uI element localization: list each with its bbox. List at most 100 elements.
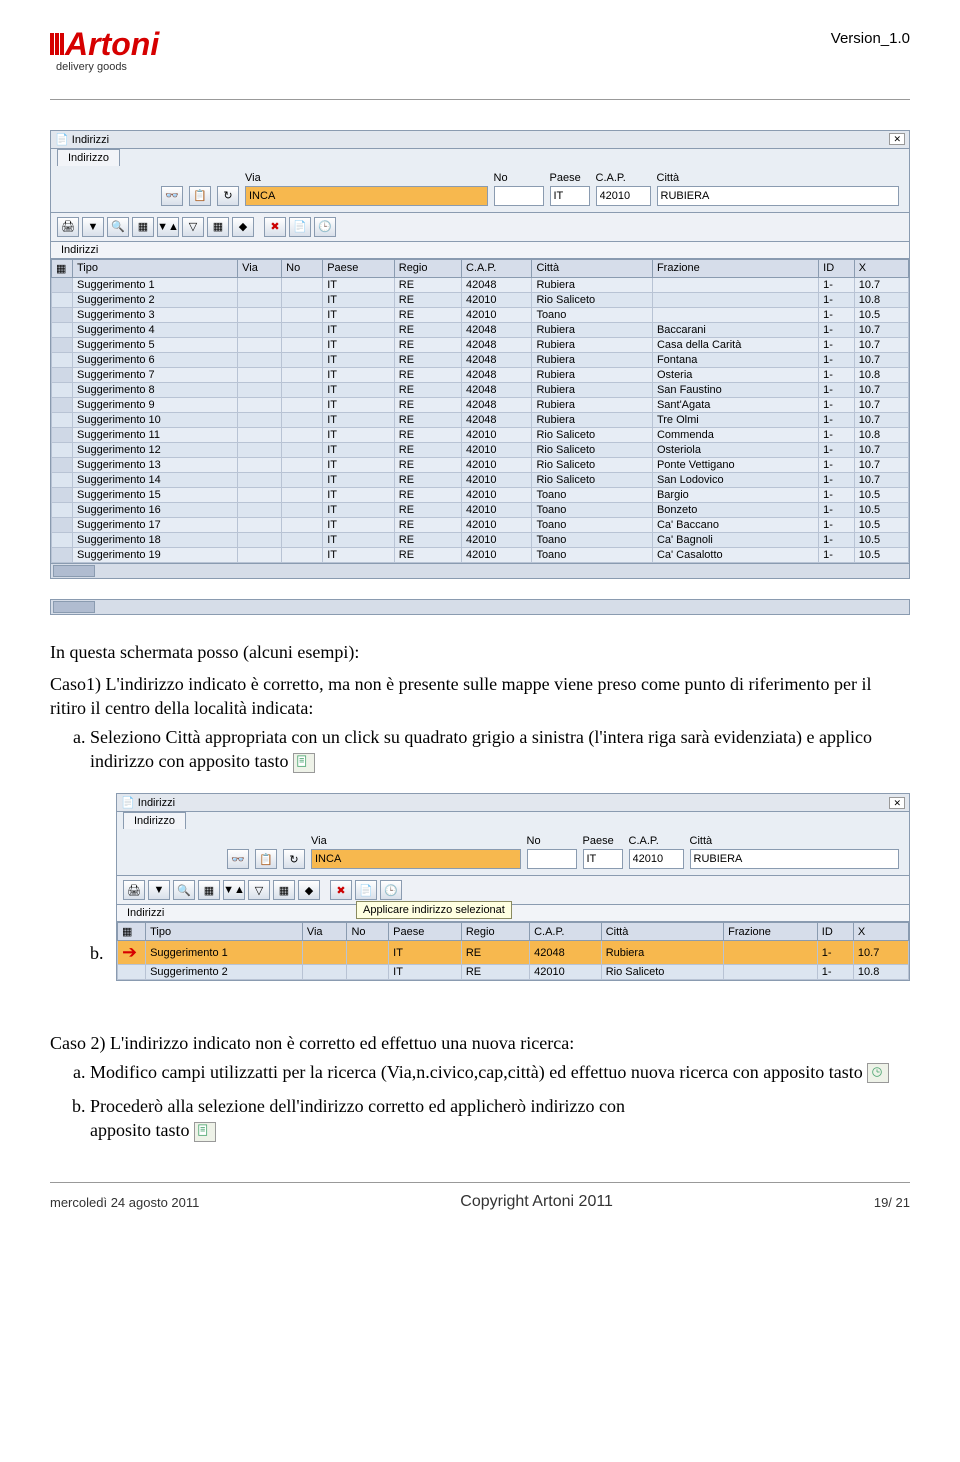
outer-scrollbar[interactable] (50, 599, 910, 615)
address-form: 👓 📋 ↻ Via No Paese C.A.P. Città (51, 166, 909, 212)
table-subhead-2: Indirizzi (117, 905, 909, 922)
sort2-icon[interactable]: ▽ (182, 217, 204, 237)
sap-window-1: 📄 Indirizzi ✕ Indirizzo 👓 📋 ↻ Via No Pae… (50, 130, 910, 579)
sort2-icon[interactable]: ▽ (248, 880, 270, 900)
col-tipo: Tipo (73, 259, 238, 277)
table-row[interactable]: Suggerimento 17ITRE42010ToanoCa' Baccano… (52, 517, 909, 532)
via-label: Via (245, 172, 488, 184)
print-icon[interactable]: 🖨 (57, 217, 79, 237)
footer-page: 19/ 21 (874, 1195, 910, 1210)
apply-selected-icon[interactable]: 📄 Applicare indirizzo selezionat (355, 880, 377, 900)
table-row[interactable]: Suggerimento 5ITRE42048RubieraCasa della… (52, 337, 909, 352)
sort-icon[interactable]: ▼▲ (223, 880, 245, 900)
apply-icon[interactable]: 📄 (289, 217, 311, 237)
citta-input-2[interactable] (690, 849, 900, 869)
table-subhead: Indirizzi (51, 242, 909, 259)
grid-icon[interactable]: ▦ (273, 880, 295, 900)
columns-icon[interactable]: ▦ (132, 217, 154, 237)
col-regio: Regio (394, 259, 461, 277)
caso1-step-b: b. (90, 943, 116, 964)
address-form-2: 👓 📋 ↻ Via No Paese C.A.P. Città (117, 829, 909, 875)
footer-copyright: Copyright Artoni 2011 (460, 1193, 613, 1211)
caso2-step-b: Procederò alla selezione dell'indirizzo … (90, 1094, 910, 1143)
table-row[interactable]: ➔Suggerimento 1ITRE42048Rubiera1-10.7 (118, 941, 909, 965)
table-row[interactable]: Suggerimento 2ITRE42010Rio Saliceto1-10.… (52, 292, 909, 307)
caso2-step-a: Modifico campi utilizzatti per la ricerc… (90, 1060, 910, 1084)
table-row[interactable]: Suggerimento 12ITRE42010Rio SalicetoOste… (52, 442, 909, 457)
export-icon[interactable]: ◆ (298, 880, 320, 900)
no-label: No (494, 172, 544, 184)
print-icon[interactable]: 🖨 (123, 880, 145, 900)
logo-subtitle: delivery goods (56, 61, 159, 73)
no-input[interactable] (494, 186, 544, 206)
refresh-icon[interactable]: ↻ (283, 849, 305, 869)
table-row[interactable]: Suggerimento 15ITRE42010ToanoBargio1-10.… (52, 487, 909, 502)
clock-icon[interactable]: 🕒 (314, 217, 336, 237)
table-row[interactable]: Suggerimento 7ITRE42048RubieraOsteria1-1… (52, 367, 909, 382)
table-row[interactable]: Suggerimento 19ITRE42010ToanoCa' Casalot… (52, 547, 909, 562)
table-row[interactable]: Suggerimento 2ITRE42010Rio Saliceto1-10.… (118, 965, 909, 980)
sort-icon[interactable]: ▼▲ (157, 217, 179, 237)
table-row[interactable]: Suggerimento 8ITRE42048RubieraSan Fausti… (52, 382, 909, 397)
copy-icon[interactable]: 📋 (189, 186, 211, 206)
col-cap: C.A.P. (461, 259, 531, 277)
col-x: X (854, 259, 908, 277)
footer-date: mercoledì 24 agosto 2011 (50, 1195, 199, 1210)
table-row[interactable]: Suggerimento 9ITRE42048RubieraSant'Agata… (52, 397, 909, 412)
table-row[interactable]: Suggerimento 6ITRE42048RubieraFontana1-1… (52, 352, 909, 367)
table-row[interactable]: Suggerimento 16ITRE42010ToanoBonzeto1-10… (52, 502, 909, 517)
table-row[interactable]: Suggerimento 1ITRE42048Rubiera1-10.7 (52, 277, 909, 292)
apply-address-icon (293, 753, 315, 773)
no-input-2[interactable] (527, 849, 577, 869)
cap-input[interactable] (596, 186, 651, 206)
glasses-icon[interactable]: 👓 (227, 849, 249, 869)
find-icon[interactable]: 🔍 (107, 217, 129, 237)
glasses-icon[interactable]: 👓 (161, 186, 183, 206)
delete-icon[interactable]: ✖ (330, 880, 352, 900)
columns-icon[interactable]: ▦ (198, 880, 220, 900)
via-input[interactable] (245, 186, 488, 206)
table-row[interactable]: Suggerimento 18ITRE42010ToanoCa' Bagnoli… (52, 532, 909, 547)
table-row[interactable]: Suggerimento 4ITRE42048RubieraBaccarani1… (52, 322, 909, 337)
paese-label: Paese (550, 172, 590, 184)
table-row[interactable]: Suggerimento 11ITRE42010Rio SalicetoComm… (52, 427, 909, 442)
copy-icon[interactable]: 📋 (255, 849, 277, 869)
caso1-text: Caso1) L'indirizzo indicato è corretto, … (50, 672, 910, 721)
page-header: Artoni delivery goods Version_1.0 (50, 30, 910, 100)
scrollbar-horizontal[interactable] (51, 563, 909, 578)
citta-input[interactable] (657, 186, 900, 206)
refresh-icon[interactable]: ↻ (217, 186, 239, 206)
tab-indirizzo[interactable]: Indirizzo (57, 149, 120, 166)
close-icon-2[interactable]: ✕ (889, 797, 905, 809)
toolbar: 🖨 ▼ 🔍 ▦ ▼▲ ▽ ▦ ◆ ✖ 📄 🕒 (51, 212, 909, 242)
table-row[interactable]: Suggerimento 10ITRE42048RubieraTre Olmi1… (52, 412, 909, 427)
suggestions-table-2: ▦ Tipo Via No Paese Regio C.A.P. Città F… (117, 922, 909, 980)
close-icon[interactable]: ✕ (889, 133, 905, 145)
col-via: Via (238, 259, 282, 277)
paese-input[interactable] (550, 186, 590, 206)
delete-icon[interactable]: ✖ (264, 217, 286, 237)
search-clock-icon (867, 1063, 889, 1083)
table-row[interactable]: Suggerimento 14ITRE42010Rio SalicetoSan … (52, 472, 909, 487)
export-icon[interactable]: ◆ (232, 217, 254, 237)
cap-label: C.A.P. (596, 172, 651, 184)
caso1-step-a: Seleziono Città appropriata con un click… (90, 725, 910, 774)
col-paese: Paese (323, 259, 395, 277)
intro-text: In questa schermata posso (alcuni esempi… (50, 640, 910, 664)
filter-icon[interactable]: ▼ (148, 880, 170, 900)
via-input-2[interactable] (311, 849, 521, 869)
cap-input-2[interactable] (629, 849, 684, 869)
caso2-text: Caso 2) L'indirizzo indicato non è corre… (50, 1031, 910, 1055)
filter-icon[interactable]: ▼ (82, 217, 104, 237)
logo-title: Artoni (50, 30, 159, 59)
apply-address-icon-2 (194, 1122, 216, 1142)
paese-input-2[interactable] (583, 849, 623, 869)
window-title-2: 📄 Indirizzi (121, 796, 175, 809)
tab-indirizzo-2[interactable]: Indirizzo (123, 812, 186, 829)
arrow-icon: ➔ (122, 942, 137, 963)
table-row[interactable]: Suggerimento 13ITRE42010Rio SalicetoPont… (52, 457, 909, 472)
table-row[interactable]: Suggerimento 3ITRE42010Toano1-10.5 (52, 307, 909, 322)
clock-icon[interactable]: 🕒 (380, 880, 402, 900)
grid-icon[interactable]: ▦ (207, 217, 229, 237)
find-icon[interactable]: 🔍 (173, 880, 195, 900)
